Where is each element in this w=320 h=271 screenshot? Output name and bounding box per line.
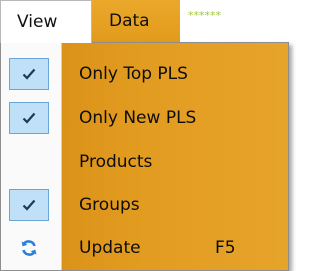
check-icon <box>9 102 49 134</box>
check-icon <box>9 189 49 221</box>
menu-item-only-top-pls[interactable]: Only Top PLS <box>1 52 288 96</box>
menu-item-products[interactable]: Products <box>1 140 288 184</box>
refresh-icon <box>9 232 49 264</box>
menu-item-shortcut: F5 <box>215 238 236 258</box>
menu-item-label: Groups <box>79 195 140 215</box>
menu-item-label: Update <box>79 238 141 258</box>
check-icon <box>9 58 49 90</box>
rating-stars: ****** <box>188 9 221 22</box>
menu-view[interactable]: View <box>0 0 92 43</box>
menu-item-label: Products <box>79 152 153 172</box>
menu-item-only-new-pls[interactable]: Only New PLS <box>1 96 288 140</box>
menu-item-label: Only New PLS <box>79 108 197 128</box>
menu-item-update[interactable]: Update F5 <box>1 226 288 270</box>
menu-item-label: Only Top PLS <box>79 64 188 84</box>
app-window: View Data ****** Only Top PLS Only New P… <box>0 0 297 271</box>
menu-item-groups[interactable]: Groups <box>1 183 288 227</box>
menu-data[interactable]: Data <box>92 0 180 42</box>
view-menu-dropdown: Only Top PLS Only New PLS Products Group… <box>0 42 289 271</box>
menu-bar: View Data ****** <box>0 0 297 43</box>
